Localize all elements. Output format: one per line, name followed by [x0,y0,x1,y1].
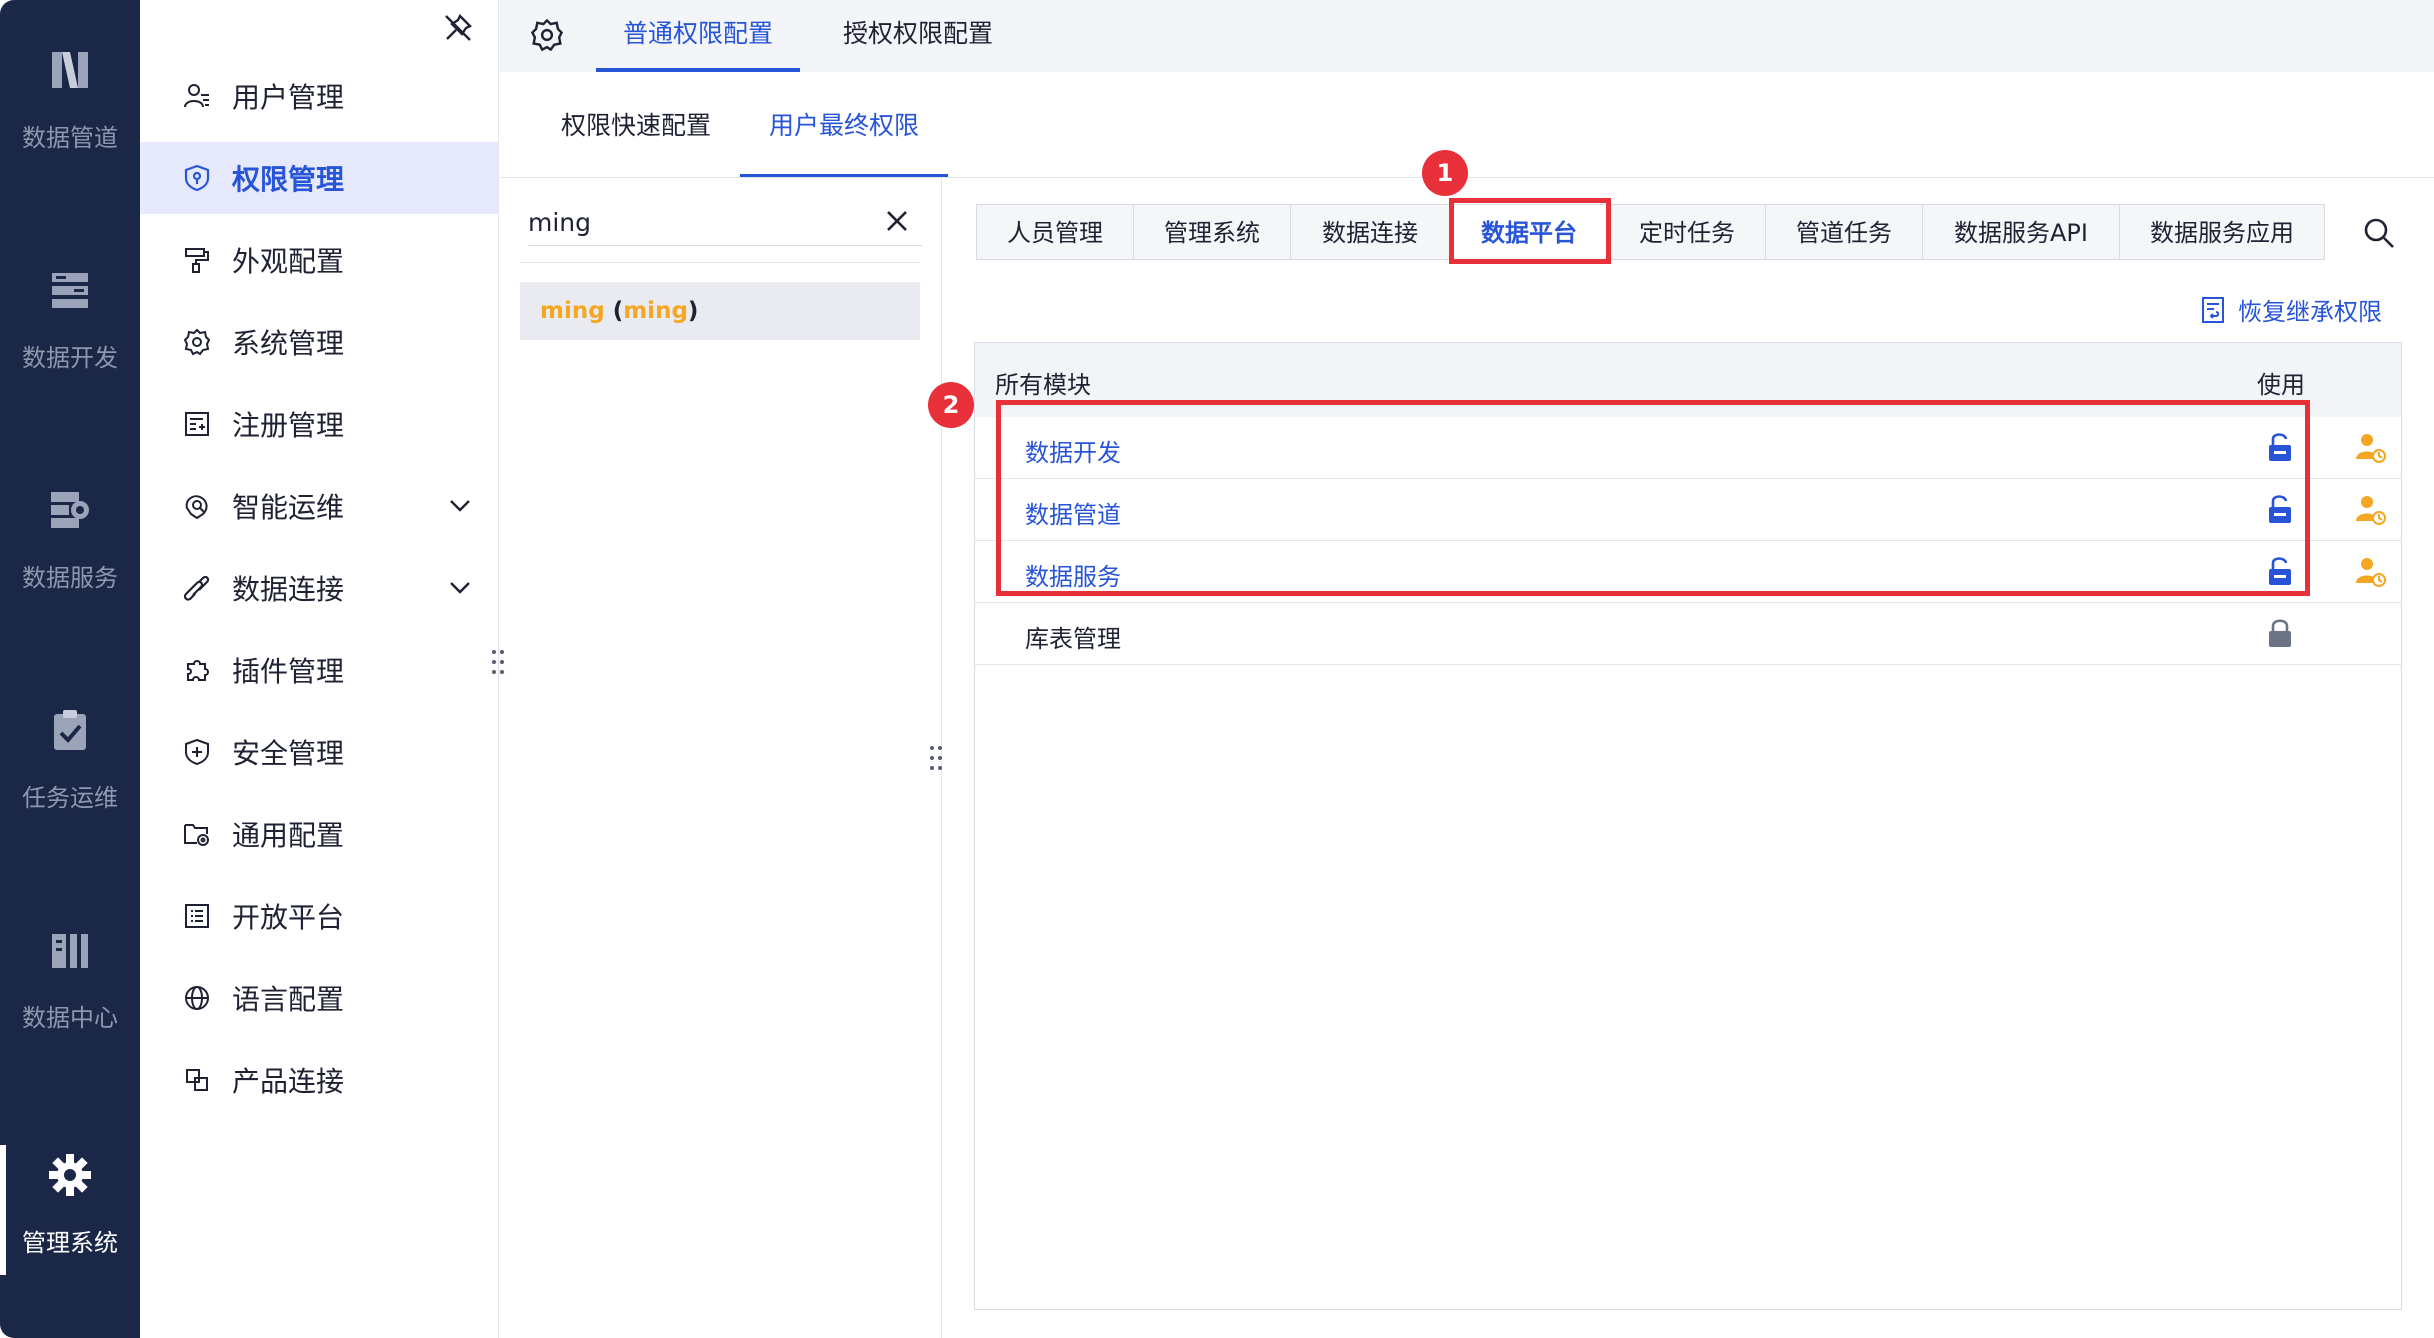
sidebar-item-plugin-management[interactable]: 插件管理 [140,634,498,706]
user-search-input[interactable] [528,200,922,246]
rail-label: 数据服务 [22,564,118,592]
product-link-icon [180,1063,214,1097]
rail-label: 数据中心 [22,1004,118,1032]
sidebar-item-product-connection[interactable]: 产品连接 [140,1044,498,1116]
category-tab-data-service-app[interactable]: 数据服务应用 [2119,204,2325,260]
column-header-use: 使用 [2257,371,2305,399]
settings-sidebar: 用户管理 权限管理 外观配置 系统管理 注册管理 智能运维 数据连接 插件管理 … [140,0,504,1338]
sidebar-item-registration[interactable]: 注册管理 [140,388,498,460]
user-name: ming [540,298,605,324]
column-header-module: 所有模块 [995,371,1091,399]
rail-label: 管理系统 [22,1229,118,1257]
data-pipeline-icon [0,40,140,100]
list-icon [180,899,214,933]
restore-inherit-button[interactable]: 恢复继承权限 [2200,292,2382,327]
pin-icon[interactable] [442,12,474,44]
divider [520,262,920,263]
top-tab-bar: 普通权限配置 授权权限配置 [500,0,2434,72]
shield-plus-icon [180,735,214,769]
resize-handle[interactable] [930,746,946,776]
settings-gear-icon[interactable] [530,18,564,52]
tab-authorization-permission[interactable]: 授权权限配置 [816,0,1020,72]
paren-close: ) [687,298,699,324]
sidebar-item-security[interactable]: 安全管理 [140,716,498,788]
sidebar-item-open-platform[interactable]: 开放平台 [140,880,498,952]
rail-item-data-pipeline[interactable]: 数据管道 [0,40,140,230]
paint-roller-icon [180,243,214,277]
register-icon [180,407,214,441]
highlight-box-rows [996,400,2310,596]
category-tab-personnel[interactable]: 人员管理 [976,204,1134,260]
sidebar-item-general-config[interactable]: 通用配置 [140,798,498,870]
tab-quick-permission-config[interactable]: 权限快速配置 [542,88,730,178]
category-tab-data-connection[interactable]: 数据连接 [1290,204,1450,260]
gear-icon [0,1145,140,1205]
sidebar-item-smart-ops[interactable]: 智能运维 [140,470,498,542]
rail-item-data-service[interactable]: 数据服务 [0,480,140,670]
close-icon[interactable] [882,206,912,236]
sidebar-item-language[interactable]: 语言配置 [140,962,498,1034]
user-inherit-icon[interactable] [2353,555,2387,589]
gear-icon [180,325,214,359]
data-dev-icon [0,260,140,320]
table-row: 库表管理 [975,603,2401,665]
rail-label: 任务运维 [22,784,118,812]
step-badge-2: 2 [928,382,974,428]
paren-open: ( [604,298,624,324]
user-inherit-icon[interactable] [2353,431,2387,465]
shield-icon [180,161,214,195]
task-ops-icon [0,700,140,760]
tab-user-final-permission[interactable]: 用户最终权限 [740,88,948,178]
restore-icon [2202,296,2224,323]
user-id: ming [623,298,688,324]
sidebar-item-user-management[interactable]: 用户管理 [140,60,498,132]
rail-item-admin-system[interactable]: 管理系统 [0,1145,140,1275]
data-center-icon [0,920,140,980]
globe-icon [180,981,214,1015]
puzzle-icon [180,653,214,687]
tab-normal-permission[interactable]: 普通权限配置 [596,0,800,72]
sidebar-item-data-connection[interactable]: 数据连接 [140,552,498,624]
category-tab-pipeline-tasks[interactable]: 管道任务 [1765,204,1923,260]
app-rail: 数据管道 数据开发 数据服务 任务运维 数据中心 管理系统 [0,0,140,1338]
rail-label: 数据管道 [22,124,118,152]
list-item-user[interactable]: ming (ming) [520,282,920,340]
rail-label: 数据开发 [22,344,118,372]
sidebar-item-system-management[interactable]: 系统管理 [140,306,498,378]
data-service-icon [0,480,140,540]
rail-item-data-center[interactable]: 数据中心 [0,920,140,1110]
chevron-down-icon[interactable] [446,574,474,602]
chevron-down-icon[interactable] [446,492,474,520]
module-name: 库表管理 [1025,625,1121,653]
category-tab-admin-system[interactable]: 管理系统 [1133,204,1291,260]
step-badge-1: 1 [1422,150,1468,196]
user-inherit-icon[interactable] [2353,493,2387,527]
sidebar-item-appearance[interactable]: 外观配置 [140,224,498,296]
monitor-icon [180,489,214,523]
user-icon [180,79,214,113]
folder-gear-icon [180,817,214,851]
rail-item-task-ops[interactable]: 任务运维 [0,700,140,890]
link-icon [180,571,214,605]
lock-icon[interactable] [2265,617,2295,649]
highlight-box-tab [1449,198,1611,264]
rail-item-data-dev[interactable]: 数据开发 [0,260,140,450]
category-tab-scheduled-tasks[interactable]: 定时任务 [1608,204,1766,260]
sidebar-item-permission-management[interactable]: 权限管理 [140,142,498,214]
search-icon[interactable] [2362,216,2396,250]
restore-label: 恢复继承权限 [2238,298,2382,326]
user-list-panel [500,178,942,1338]
category-tab-data-service-api[interactable]: 数据服务API [1922,204,2120,260]
